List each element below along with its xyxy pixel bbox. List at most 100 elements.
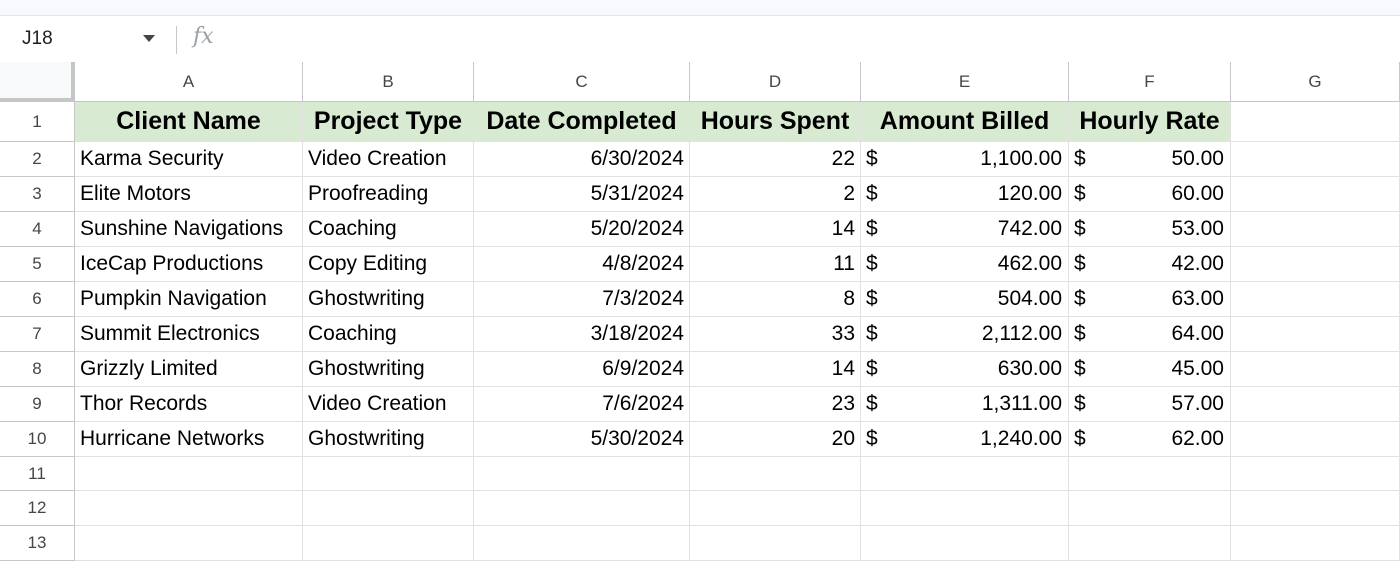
cell-g1[interactable] — [1231, 102, 1400, 142]
cell-g11[interactable] — [1231, 457, 1400, 491]
cell-c8[interactable]: 6/9/2024 — [474, 352, 690, 387]
row-header-8[interactable]: 8 — [0, 352, 75, 387]
cell-a5[interactable]: IceCap Productions — [75, 247, 303, 282]
row-header-12[interactable]: 12 — [0, 491, 75, 526]
cell-e11[interactable] — [861, 457, 1069, 491]
cell-a11[interactable] — [75, 457, 303, 491]
cell-d7[interactable]: 33 — [690, 317, 861, 352]
cell-a3[interactable]: Elite Motors — [75, 177, 303, 212]
column-header-b[interactable]: B — [303, 62, 474, 102]
cell-e13[interactable] — [861, 526, 1069, 561]
cell-d1[interactable]: Hours Spent — [690, 102, 861, 142]
cell-b8[interactable]: Ghostwriting — [303, 352, 474, 387]
cell-e1[interactable]: Amount Billed — [861, 102, 1069, 142]
cell-b6[interactable]: Ghostwriting — [303, 282, 474, 317]
cell-e10[interactable]: $1,240.00 — [861, 422, 1069, 457]
cell-d5[interactable]: 11 — [690, 247, 861, 282]
cell-f10[interactable]: $62.00 — [1069, 422, 1231, 457]
cell-e5[interactable]: $462.00 — [861, 247, 1069, 282]
cell-f9[interactable]: $57.00 — [1069, 387, 1231, 422]
cell-f1[interactable]: Hourly Rate — [1069, 102, 1231, 142]
cell-f13[interactable] — [1069, 526, 1231, 561]
cell-c3[interactable]: 5/31/2024 — [474, 177, 690, 212]
cell-f8[interactable]: $45.00 — [1069, 352, 1231, 387]
row-header-5[interactable]: 5 — [0, 247, 75, 282]
cell-g12[interactable] — [1231, 491, 1400, 526]
row-header-11[interactable]: 11 — [0, 457, 75, 491]
column-header-f[interactable]: F — [1069, 62, 1231, 102]
cell-d11[interactable] — [690, 457, 861, 491]
cell-c9[interactable]: 7/6/2024 — [474, 387, 690, 422]
cell-f12[interactable] — [1069, 491, 1231, 526]
cell-g2[interactable] — [1231, 142, 1400, 177]
column-header-g[interactable]: G — [1231, 62, 1400, 102]
cell-g13[interactable] — [1231, 526, 1400, 561]
cell-c13[interactable] — [474, 526, 690, 561]
formula-input[interactable] — [240, 24, 1380, 54]
cell-b13[interactable] — [303, 526, 474, 561]
cell-e8[interactable]: $630.00 — [861, 352, 1069, 387]
row-header-10[interactable]: 10 — [0, 422, 75, 457]
cell-g9[interactable] — [1231, 387, 1400, 422]
cell-b10[interactable]: Ghostwriting — [303, 422, 474, 457]
row-header-7[interactable]: 7 — [0, 317, 75, 352]
cell-c1[interactable]: Date Completed — [474, 102, 690, 142]
cell-c10[interactable]: 5/30/2024 — [474, 422, 690, 457]
cell-b2[interactable]: Video Creation — [303, 142, 474, 177]
cell-f4[interactable]: $53.00 — [1069, 212, 1231, 247]
cell-b7[interactable]: Coaching — [303, 317, 474, 352]
select-all-corner[interactable] — [0, 62, 75, 102]
name-box[interactable]: J18 — [0, 16, 168, 62]
cell-b1[interactable]: Project Type — [303, 102, 474, 142]
cell-c11[interactable] — [474, 457, 690, 491]
column-header-c[interactable]: C — [474, 62, 690, 102]
cell-a13[interactable] — [75, 526, 303, 561]
cell-d13[interactable] — [690, 526, 861, 561]
cell-d2[interactable]: 22 — [690, 142, 861, 177]
cell-a12[interactable] — [75, 491, 303, 526]
row-header-6[interactable]: 6 — [0, 282, 75, 317]
cell-a10[interactable]: Hurricane Networks — [75, 422, 303, 457]
row-header-9[interactable]: 9 — [0, 387, 75, 422]
cell-g5[interactable] — [1231, 247, 1400, 282]
cell-d4[interactable]: 14 — [690, 212, 861, 247]
cell-a6[interactable]: Pumpkin Navigation — [75, 282, 303, 317]
cell-g4[interactable] — [1231, 212, 1400, 247]
cell-e6[interactable]: $504.00 — [861, 282, 1069, 317]
cell-d8[interactable]: 14 — [690, 352, 861, 387]
cell-e7[interactable]: $2,112.00 — [861, 317, 1069, 352]
cell-d6[interactable]: 8 — [690, 282, 861, 317]
cell-g10[interactable] — [1231, 422, 1400, 457]
cell-f7[interactable]: $64.00 — [1069, 317, 1231, 352]
cell-g3[interactable] — [1231, 177, 1400, 212]
cell-b5[interactable]: Copy Editing — [303, 247, 474, 282]
column-header-e[interactable]: E — [861, 62, 1069, 102]
cell-f6[interactable]: $63.00 — [1069, 282, 1231, 317]
cell-a4[interactable]: Sunshine Navigations — [75, 212, 303, 247]
cell-b11[interactable] — [303, 457, 474, 491]
cell-c12[interactable] — [474, 491, 690, 526]
cell-a2[interactable]: Karma Security — [75, 142, 303, 177]
cell-g7[interactable] — [1231, 317, 1400, 352]
cell-b4[interactable]: Coaching — [303, 212, 474, 247]
cell-e4[interactable]: $742.00 — [861, 212, 1069, 247]
cell-f11[interactable] — [1069, 457, 1231, 491]
cell-e3[interactable]: $120.00 — [861, 177, 1069, 212]
cell-e12[interactable] — [861, 491, 1069, 526]
cell-d3[interactable]: 2 — [690, 177, 861, 212]
chevron-down-icon[interactable] — [143, 35, 155, 42]
cell-c2[interactable]: 6/30/2024 — [474, 142, 690, 177]
row-header-1[interactable]: 1 — [0, 102, 75, 142]
cell-a8[interactable]: Grizzly Limited — [75, 352, 303, 387]
cell-b9[interactable]: Video Creation — [303, 387, 474, 422]
cell-d12[interactable] — [690, 491, 861, 526]
cell-f5[interactable]: $42.00 — [1069, 247, 1231, 282]
cell-b3[interactable]: Proofreading — [303, 177, 474, 212]
column-header-a[interactable]: A — [75, 62, 303, 102]
cell-a9[interactable]: Thor Records — [75, 387, 303, 422]
cell-g6[interactable] — [1231, 282, 1400, 317]
cell-e2[interactable]: $1,100.00 — [861, 142, 1069, 177]
column-header-d[interactable]: D — [690, 62, 861, 102]
cell-e9[interactable]: $1,311.00 — [861, 387, 1069, 422]
cell-a1[interactable]: Client Name — [75, 102, 303, 142]
